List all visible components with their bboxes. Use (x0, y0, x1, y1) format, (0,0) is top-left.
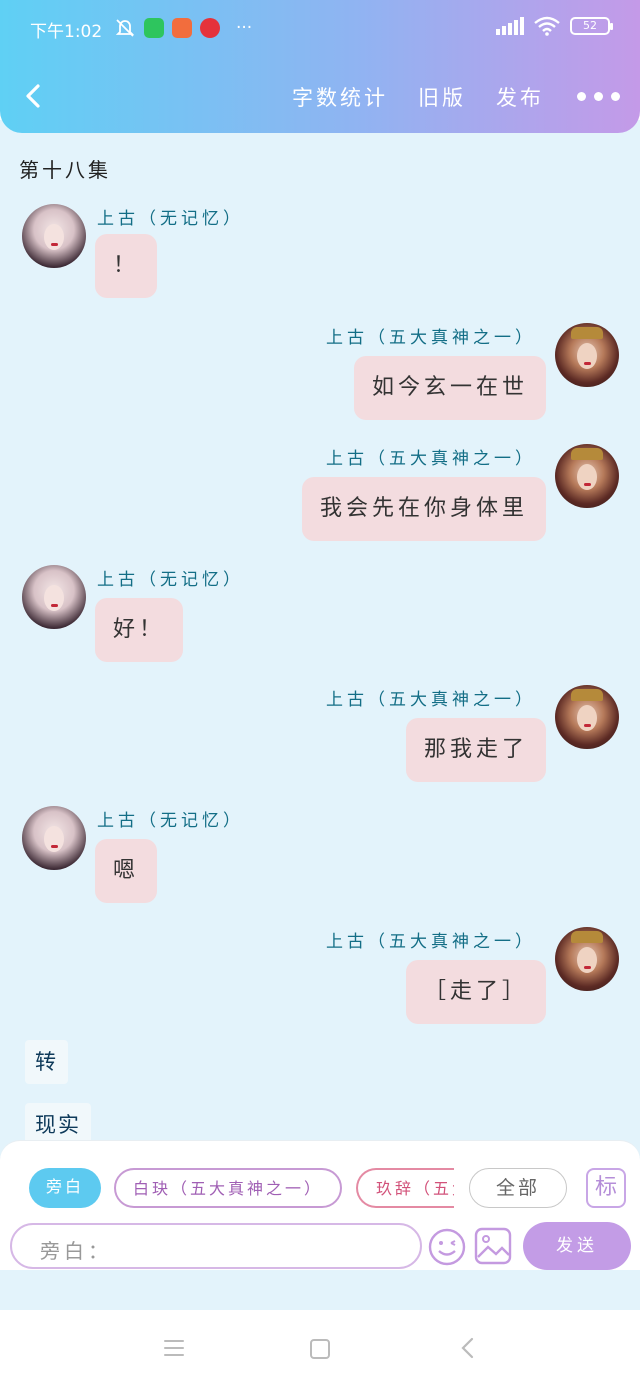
speaker-name: 上古（无记忆） (97, 811, 244, 831)
avatar[interactable] (555, 444, 619, 508)
avatar[interactable] (555, 323, 619, 387)
home-icon[interactable] (310, 1339, 330, 1359)
wifi-icon (534, 16, 560, 36)
avatar[interactable] (555, 685, 619, 749)
status-time: 下午1:02 (30, 22, 103, 42)
role-chip[interactable]: 玖辞（五大 (356, 1168, 454, 1208)
mute-bell-icon (115, 19, 135, 37)
back-arrow-icon[interactable] (20, 76, 50, 116)
shopping-app-icon (172, 18, 192, 38)
avatar[interactable] (22, 806, 86, 870)
wechat-icon (144, 18, 164, 38)
more-menu-icon[interactable] (577, 76, 620, 116)
message-bubble[interactable]: ［走了］ (405, 960, 546, 1024)
signal-icon (496, 17, 524, 35)
send-button[interactable]: 发送 (523, 1222, 631, 1270)
battery-icon: 52 (570, 17, 613, 35)
avatar[interactable] (22, 565, 86, 629)
speaker-name: 上古（五大真神之一） (326, 328, 536, 348)
old-version-button[interactable]: 旧版 (418, 82, 466, 112)
speaker-name: 上古（无记忆） (97, 209, 244, 229)
status-bar: 下午1:02 ··· 52 (30, 14, 613, 44)
message-bubble[interactable]: ！ (95, 234, 158, 298)
role-chip-narration[interactable]: 旁白 (29, 1168, 101, 1208)
composer-panel: 旁白 白玦（五大真神之一） 玖辞（五大 全部 标 旁白： 发送 (0, 1140, 640, 1270)
avatar[interactable] (22, 204, 86, 268)
speaker-name: 上古（五大真神之一） (326, 690, 536, 710)
speaker-name: 上古（无记忆） (97, 570, 244, 590)
message-right: 上古（五大真神之一） 如今玄一在世 (0, 323, 640, 423)
menu-icon[interactable] (164, 1340, 184, 1356)
message-left: 上古（无记忆） ！ (0, 204, 640, 304)
speaker-name: 上古（五大真神之一） (326, 932, 536, 952)
narration-line[interactable]: 转 (25, 1040, 68, 1084)
message-left: 上古（无记忆） 嗯 (0, 806, 640, 906)
message-input[interactable]: 旁白： (10, 1223, 422, 1269)
video-app-icon (200, 18, 220, 38)
episode-title: 第十八集 (19, 158, 111, 182)
message-right: 上古（五大真神之一） 那我走了 (0, 685, 640, 785)
message-right: 上古（五大真神之一） ［走了］ (0, 927, 640, 1027)
message-bubble[interactable]: 如今玄一在世 (353, 356, 546, 420)
status-more: ··· (236, 18, 253, 38)
message-right: 上古（五大真神之一） 我会先在你身体里 (0, 444, 640, 544)
system-status: 52 (496, 16, 613, 36)
message-bubble[interactable]: 那我走了 (405, 718, 546, 782)
word-count-button[interactable]: 字数统计 (292, 82, 388, 112)
message-bubble[interactable]: 我会先在你身体里 (301, 477, 546, 541)
publish-button[interactable]: 发布 (496, 82, 544, 112)
nav-bar: 字数统计 旧版 发布 (0, 76, 640, 116)
message-bubble[interactable]: 好！ (95, 598, 184, 662)
input-placeholder: 旁白： (40, 1239, 112, 1263)
system-nav-bar (0, 1310, 640, 1387)
top-header: 下午1:02 ··· 52 字数统计 旧版 发布 (0, 0, 640, 133)
chat-area[interactable]: 第十八集 上古（无记忆） ！ 上古（五大真神之一） 如今玄一在世 上古（五大真神… (0, 120, 640, 1280)
message-bubble[interactable]: 嗯 (95, 839, 158, 903)
emoji-icon[interactable] (427, 1227, 467, 1267)
avatar[interactable] (555, 927, 619, 991)
image-icon[interactable] (474, 1227, 512, 1265)
speaker-name: 上古（五大真神之一） (326, 449, 536, 469)
back-icon[interactable] (458, 1336, 478, 1360)
message-left: 上古（无记忆） 好！ (0, 565, 640, 665)
role-chip[interactable]: 白玦（五大真神之一） (114, 1168, 342, 1208)
mark-button[interactable]: 标 (586, 1168, 626, 1208)
notification-icons: ··· (114, 17, 252, 39)
all-roles-button[interactable]: 全部 (469, 1168, 567, 1208)
